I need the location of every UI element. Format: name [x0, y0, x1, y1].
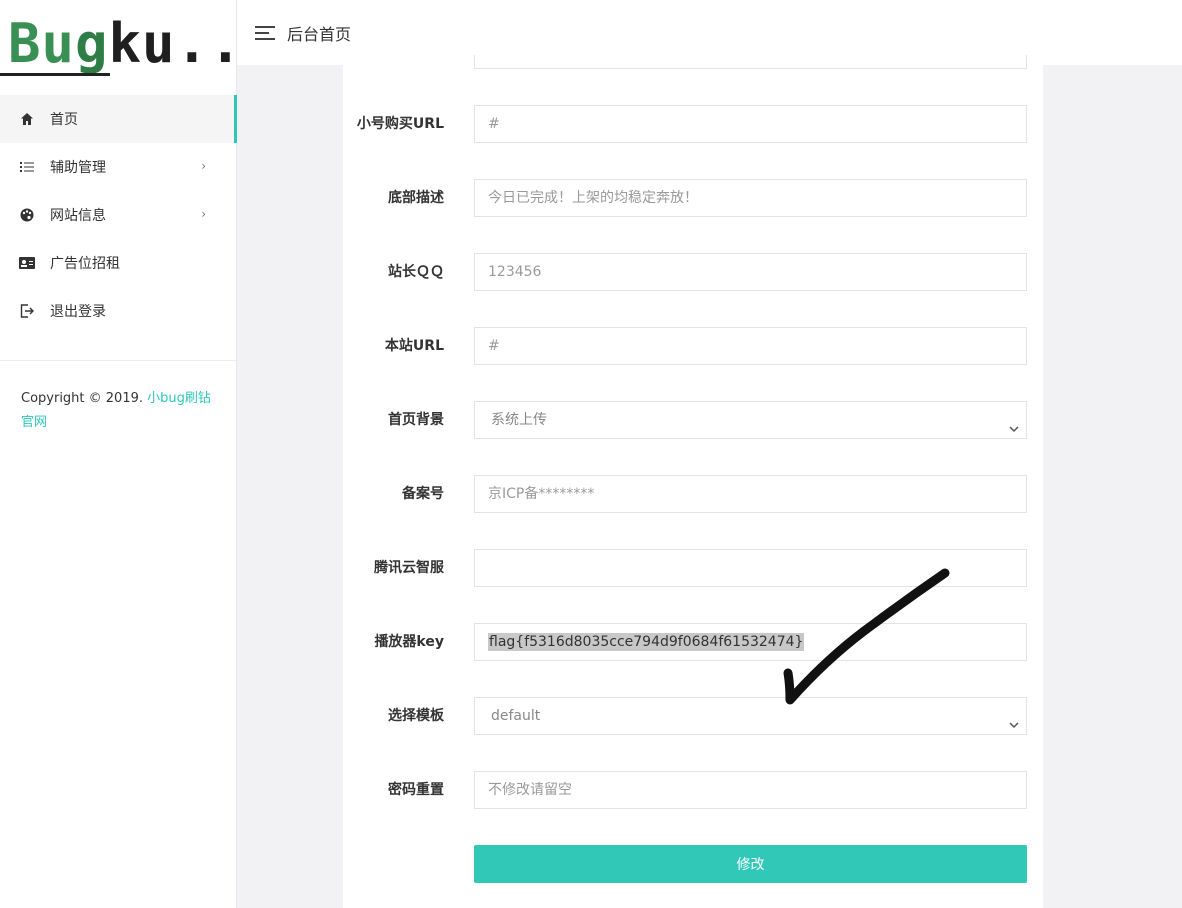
form-row-password-reset: 密码重置	[343, 771, 1043, 809]
hamburger-menu-icon[interactable]	[255, 25, 275, 41]
id-card-icon	[19, 255, 35, 271]
sidebar-item-site-info[interactable]: 网站信息 ›	[0, 191, 236, 239]
form-row-icp: 备案号	[343, 475, 1043, 513]
sidebar-item-label: 退出登录	[50, 304, 106, 320]
sidebar-item-label: 网站信息	[50, 208, 106, 224]
form-label: 腾讯云智服	[374, 560, 444, 576]
copyright: Copyright © 2019. 小bug刷钻官网	[0, 361, 236, 435]
form-label: 站长ＱＱ	[388, 264, 444, 280]
submit-button[interactable]: 修改	[474, 845, 1027, 883]
form-row-home-background: 首页背景 系统上传	[343, 401, 1043, 439]
selected-text: flag{f5316d8035cce794d9f0684f61532474}	[488, 633, 805, 651]
form-row-footer-desc: 底部描述	[343, 179, 1043, 217]
chevron-down-icon	[1009, 708, 1019, 744]
logo-text: Bugku...	[8, 4, 236, 84]
sidebar: Bugku... 首页 辅助管理 › 网站信息 ›	[0, 0, 237, 908]
form-label: 本站URL	[384, 338, 444, 354]
logout-icon	[19, 303, 35, 319]
sidebar-item-ad-rental[interactable]: 广告位招租	[0, 239, 236, 287]
admin-qq-input[interactable]	[474, 253, 1027, 291]
chevron-right-icon: ›	[201, 159, 206, 173]
logo-underline	[0, 73, 110, 76]
settings-form-card: 小号购买URL 底部描述 站长ＱＱ 本站URL 首页背景 系统上传 备案号 腾讯…	[343, 55, 1043, 908]
select-value: default	[491, 708, 541, 724]
sidebar-item-assist-management[interactable]: 辅助管理 ›	[0, 143, 236, 191]
buy-url-input[interactable]	[474, 105, 1027, 143]
password-reset-input[interactable]	[474, 771, 1027, 809]
form-row-site-url: 本站URL	[343, 327, 1043, 365]
sidebar-item-logout[interactable]: 退出登录	[0, 287, 236, 335]
chevron-down-icon	[1009, 412, 1019, 448]
logo[interactable]: Bugku...	[0, 0, 236, 95]
logo-letter-b: B	[8, 12, 42, 75]
home-icon	[19, 111, 35, 127]
palette-icon	[19, 207, 35, 223]
chevron-right-icon: ›	[201, 207, 206, 221]
form-label: 小号购买URL	[356, 116, 444, 132]
form-row-admin-qq: 站长ＱＱ	[343, 253, 1043, 291]
form-label: 选择模板	[388, 708, 444, 724]
sidebar-item-label: 广告位招租	[50, 256, 120, 272]
form-label: 播放器key	[374, 634, 444, 650]
sidebar-item-label: 首页	[50, 112, 78, 128]
logo-letter-u: u	[41, 12, 76, 75]
form-label: 底部描述	[388, 190, 444, 206]
form-row-buy-url: 小号购买URL	[343, 105, 1043, 143]
logo-letter-g: g	[75, 12, 109, 75]
footer-desc-input[interactable]	[474, 179, 1027, 217]
checkmark-annotation-icon	[783, 568, 950, 705]
home-background-select[interactable]: 系统上传	[474, 401, 1027, 439]
logo-letters-rest: ku...	[108, 12, 236, 75]
form-label: 首页背景	[388, 412, 444, 428]
list-icon	[19, 159, 35, 175]
copyright-text: Copyright © 2019.	[21, 391, 148, 406]
site-url-input[interactable]	[474, 327, 1027, 365]
select-value: 系统上传	[491, 412, 547, 428]
form-label: 密码重置	[388, 782, 444, 798]
cropped-input-field[interactable]	[474, 55, 1027, 69]
icp-input[interactable]	[474, 475, 1027, 513]
page-title: 后台首页	[287, 24, 352, 44]
sidebar-item-home[interactable]: 首页	[0, 95, 237, 143]
sidebar-item-label: 辅助管理	[50, 160, 106, 176]
form-label: 备案号	[402, 486, 444, 502]
